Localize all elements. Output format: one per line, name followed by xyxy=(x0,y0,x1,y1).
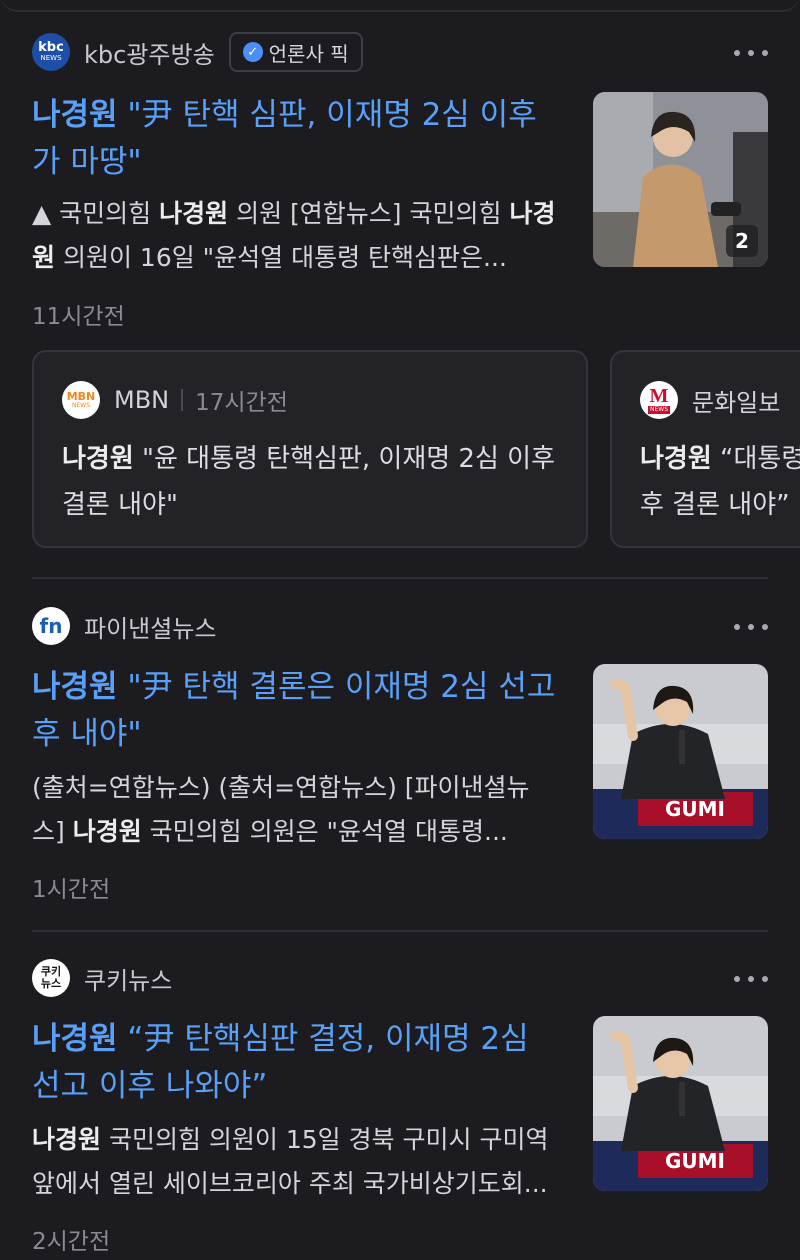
mbn-logo-icon: MBN NEWS xyxy=(62,381,100,419)
article-thumbnail[interactable]: GUMI xyxy=(593,1016,768,1191)
related-press-name: MBN xyxy=(114,386,170,414)
related-press-name: 문화일보 xyxy=(692,388,781,417)
related-news-card[interactable]: MBN NEWS MBN 17시간전 나경원 "윤 대통령 탄핵심판, 이재명 … xyxy=(32,350,588,548)
related-news-carousel[interactable]: MBN NEWS MBN 17시간전 나경원 "윤 대통령 탄핵심판, 이재명 … xyxy=(32,350,800,550)
related-press-row: MBN NEWS MBN 17시간전 xyxy=(62,380,288,420)
more-options-icon[interactable] xyxy=(734,50,768,60)
related-title[interactable]: 나경원 "윤 대통령 탄핵심판, 이재명 2심 이후 결론 내야" xyxy=(62,436,562,528)
article-time: 2시간전 xyxy=(32,1229,111,1255)
image-count-badge: 2 xyxy=(726,225,758,257)
news-item[interactable]: fn 파이낸셜뉴스 나경원 "尹 탄핵 결론은 이재명 2심 선고 후 내야" … xyxy=(32,606,768,906)
divider xyxy=(32,930,768,932)
press-row[interactable]: fn 파이낸셜뉴스 xyxy=(32,606,216,646)
related-title[interactable]: 나경원 “대통령 탄핵심판, 이재명 2심 선고 이후 결론 내야” xyxy=(640,436,800,528)
munhwa-logo-icon: M NEWS xyxy=(640,381,678,419)
fn-logo-icon: fn xyxy=(32,607,70,645)
more-options-icon[interactable] xyxy=(734,976,768,986)
news-item[interactable]: 쿠키 뉴스 쿠키뉴스 나경원 “尹 탄핵심판 결정, 이재명 2심 선고 이후 … xyxy=(32,958,768,1258)
article-title[interactable]: 나경원 "尹 탄핵 결론은 이재명 2심 선고 후 내야" xyxy=(32,664,562,758)
kbc-logo-icon: kbc NEWS xyxy=(32,33,70,71)
news-item[interactable]: kbc NEWS kbc광주방송 ✓ 언론사 픽 나경원 "尹 탄핵 심판, 이… xyxy=(32,32,768,332)
related-news-card[interactable]: M NEWS 문화일보 나경원 “대통령 탄핵심판, 이재명 2심 선고 이후 … xyxy=(610,350,800,548)
press-name[interactable]: kbc광주방송 xyxy=(84,35,215,70)
previous-card-edge xyxy=(0,0,800,12)
press-pick-badge: ✓ 언론사 픽 xyxy=(228,32,363,72)
article-snippet[interactable]: ▲ 국민의힘 나경원 의원 [연합뉴스] 국민의힘 나경원 의원이 16일 "윤… xyxy=(32,192,562,280)
more-options-icon[interactable] xyxy=(734,624,768,634)
svg-text:GUMI: GUMI xyxy=(665,1149,725,1173)
kuki-logo-icon: 쿠키 뉴스 xyxy=(32,959,70,997)
article-title[interactable]: 나경원 "尹 탄핵 심판, 이재명 2심 이후가 마땅" xyxy=(32,92,562,186)
related-time: 17시간전 xyxy=(195,390,288,416)
press-name[interactable]: 쿠키뉴스 xyxy=(84,961,172,996)
press-row[interactable]: 쿠키 뉴스 쿠키뉴스 xyxy=(32,958,172,998)
divider xyxy=(32,577,768,579)
verified-check-icon: ✓ xyxy=(242,42,263,62)
press-row[interactable]: kbc NEWS kbc광주방송 ✓ 언론사 픽 xyxy=(32,32,363,72)
article-title[interactable]: 나경원 “尹 탄핵심판 결정, 이재명 2심 선고 이후 나와야” xyxy=(32,1016,562,1110)
article-snippet[interactable]: 나경원 국민의힘 의원이 15일 경북 구미시 구미역 앞에서 열린 세이브코리… xyxy=(32,1118,562,1206)
related-press-row: M NEWS 문화일보 xyxy=(640,380,780,420)
article-time: 1시간전 xyxy=(32,877,111,903)
article-time: 11시간전 xyxy=(32,304,125,330)
article-thumbnail[interactable]: GUMI xyxy=(593,664,768,839)
separator xyxy=(181,389,184,411)
article-snippet[interactable]: (출처=연합뉴스) (출처=연합뉴스) [파이낸셜뉴스] 나경원 국민의힘 의원… xyxy=(32,766,562,854)
svg-text:GUMI: GUMI xyxy=(665,797,725,821)
article-thumbnail[interactable]: 2 xyxy=(593,92,768,267)
press-name[interactable]: 파이낸셜뉴스 xyxy=(84,609,216,644)
